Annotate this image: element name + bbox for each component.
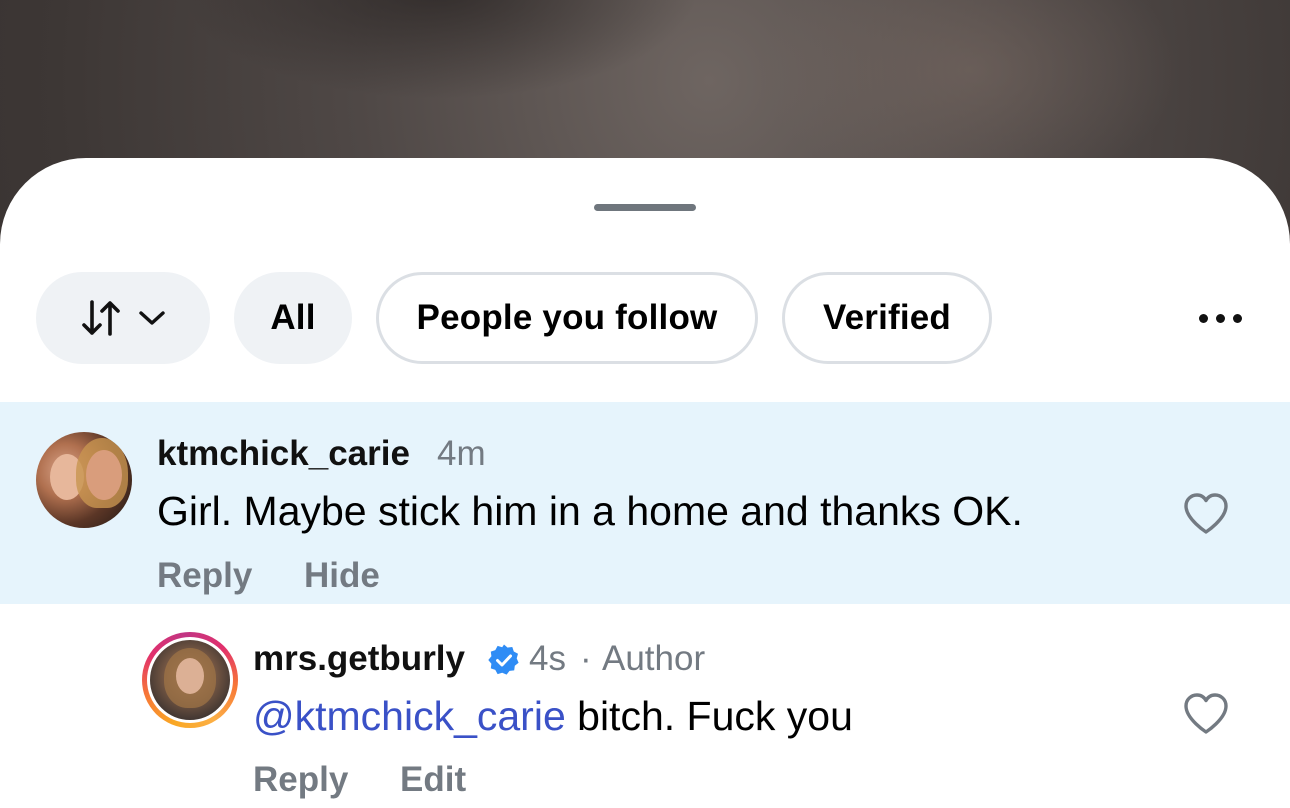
verified-badge-icon — [488, 644, 519, 675]
reply-button[interactable]: Reply — [253, 760, 348, 800]
reply-username[interactable]: mrs.getburly — [253, 639, 465, 679]
author-label: Author — [602, 639, 706, 678]
chevron-down-icon — [139, 311, 165, 325]
reply-text: @ktmchick_carie bitch. Fuck you — [253, 693, 853, 740]
meta-separator: · — [580, 639, 592, 678]
comments-screen: All People you follow Verified ktmchick_… — [0, 0, 1290, 808]
like-heart-icon[interactable] — [1182, 492, 1230, 536]
filter-chip-people-you-follow[interactable]: People you follow — [376, 272, 758, 364]
reply-button[interactable]: Reply — [157, 556, 252, 596]
video-background — [180, 0, 700, 100]
mention-link[interactable]: @ktmchick_carie — [253, 693, 566, 739]
comment-timestamp: 4m — [437, 434, 486, 473]
filter-chip-verified[interactable]: Verified — [782, 272, 992, 364]
sheet-drag-handle[interactable] — [594, 204, 696, 211]
like-heart-icon[interactable] — [1182, 692, 1230, 736]
comment-text: Girl. Maybe stick him in a home and than… — [157, 488, 1023, 534]
comments-sheet: All People you follow Verified ktmchick_… — [0, 158, 1290, 808]
avatar[interactable] — [36, 432, 132, 528]
comment-username[interactable]: ktmchick_carie — [157, 434, 410, 474]
edit-button[interactable]: Edit — [400, 760, 466, 800]
reply-timestamp: 4s — [529, 639, 566, 678]
hide-button[interactable]: Hide — [304, 556, 380, 596]
reply-text-body: bitch. Fuck you — [565, 693, 853, 739]
more-options-icon[interactable] — [1190, 300, 1250, 336]
sort-arrows-icon — [82, 300, 120, 336]
filter-chip-all[interactable]: All — [234, 272, 352, 364]
avatar[interactable] — [150, 640, 230, 720]
sort-button[interactable] — [36, 272, 210, 364]
